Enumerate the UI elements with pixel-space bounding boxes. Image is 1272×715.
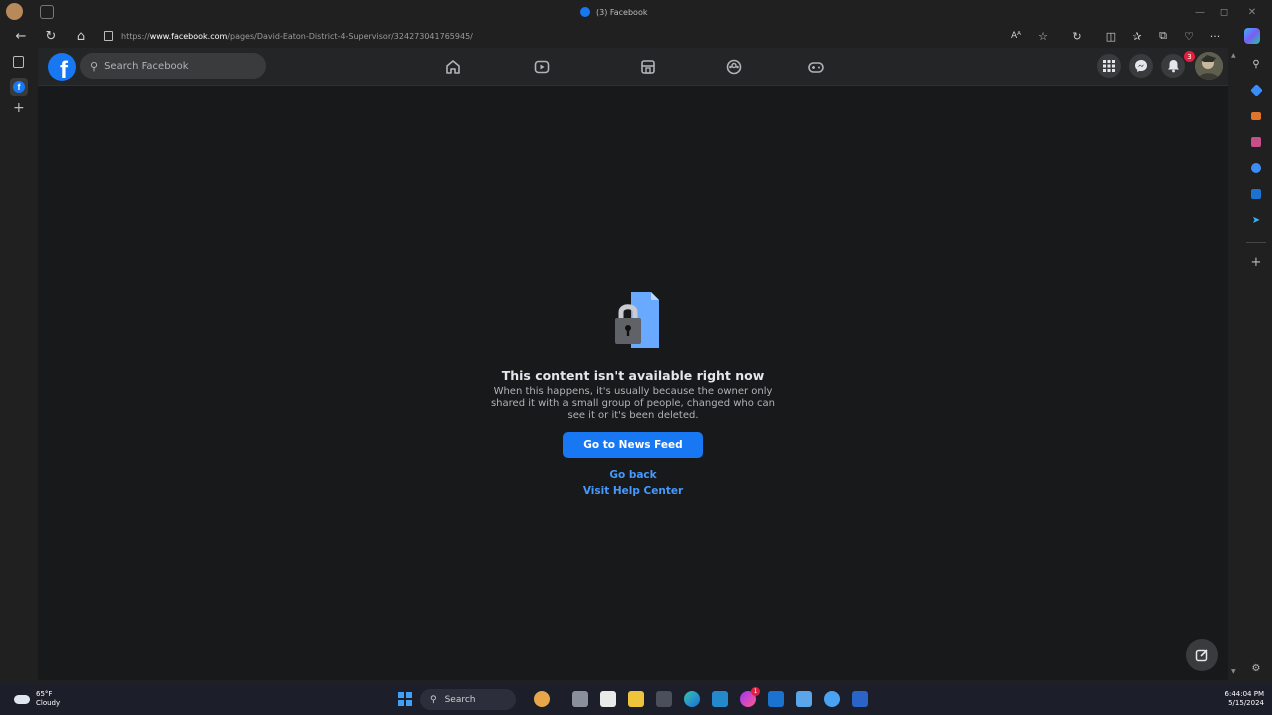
facebook-favicon-icon — [580, 7, 590, 17]
groups-nav-icon[interactable] — [722, 55, 746, 79]
taskbar-search[interactable]: ⚲ Search — [420, 689, 516, 710]
vertical-tabs-bar: f + — [0, 48, 38, 684]
weather-widget[interactable]: 65°F Cloudy — [14, 690, 60, 708]
terminal-icon[interactable] — [656, 691, 672, 707]
facebook-top-nav: f ⚲ 3 — [38, 48, 1228, 86]
back-button[interactable]: ← — [10, 24, 32, 48]
facebook-page: f ⚲ 3 — [38, 48, 1228, 680]
file-explorer-icon[interactable] — [628, 691, 644, 707]
new-message-button[interactable] — [1186, 639, 1218, 671]
notifications-button[interactable] — [1161, 54, 1185, 78]
split-screen-icon[interactable]: ◫ — [1100, 24, 1122, 48]
refresh-extension-icon[interactable]: ↻ — [1066, 24, 1088, 48]
favorites-icon[interactable]: ✰ — [1126, 24, 1148, 48]
refresh-button[interactable]: ↻ — [40, 24, 62, 48]
calendar-app-icon[interactable] — [600, 691, 616, 707]
messenger-button[interactable] — [1129, 54, 1153, 78]
sidebar-shopping-icon[interactable] — [1248, 82, 1264, 98]
lock-icon — [104, 31, 113, 41]
url-host: www.facebook.com — [149, 31, 228, 41]
content-unavailable-panel: This content isn't available right now W… — [38, 288, 1228, 497]
go-to-news-feed-button[interactable]: Go to News Feed — [563, 432, 703, 458]
sidebar-add-icon[interactable]: + — [1248, 254, 1264, 270]
more-options-icon[interactable]: ··· — [1204, 24, 1226, 48]
start-button[interactable] — [398, 692, 412, 706]
facebook-search[interactable]: ⚲ — [80, 53, 266, 79]
unavailable-description: When this happens, it's usually because … — [490, 386, 776, 421]
system-clock[interactable]: 6:44:04 PM 5/15/2024 — [1200, 690, 1264, 708]
go-back-link[interactable]: Go back — [609, 469, 656, 481]
page-scrollbar[interactable]: ▲ ▼ — [1228, 48, 1240, 680]
address-bar-row: ← ↻ ⌂ https://www.facebook.com/pages/Dav… — [0, 24, 1272, 48]
vscode-icon[interactable] — [712, 691, 728, 707]
menu-grid-button[interactable] — [1097, 54, 1121, 78]
url-field[interactable]: https://www.facebook.com/pages/David-Eat… — [104, 27, 1064, 45]
messenger-taskbar-badge: 1 — [751, 687, 760, 696]
unavailable-title: This content isn't available right now — [501, 368, 765, 383]
search-input[interactable] — [102, 59, 257, 73]
scroll-down-icon[interactable]: ▼ — [1231, 668, 1236, 675]
tab-actions-icon[interactable] — [13, 56, 24, 68]
active-tab[interactable]: (3) Facebook — [580, 0, 647, 24]
workspaces-icon[interactable] — [40, 5, 54, 19]
compose-icon — [1195, 649, 1208, 662]
weather-app-icon[interactable] — [824, 691, 840, 707]
minimize-icon[interactable]: — — [1188, 0, 1212, 24]
gaming-nav-icon[interactable] — [804, 55, 828, 79]
scroll-up-icon[interactable]: ▲ — [1231, 52, 1236, 59]
url-prefix: https:// — [121, 31, 150, 41]
weather-temperature: 65°F — [36, 690, 53, 698]
search-icon: ⚲ — [430, 694, 437, 705]
facebook-logo[interactable]: f — [48, 53, 76, 81]
sidebar-games-icon[interactable] — [1248, 134, 1264, 150]
clock-time: 6:44:04 PM — [1224, 690, 1264, 698]
padlock-document-icon — [601, 288, 665, 352]
windows-taskbar: 65°F Cloudy ⚲ Search 1 6:44:04 PM 5/15/2… — [0, 684, 1272, 715]
sidebar-search-icon[interactable]: ⚲ — [1248, 56, 1264, 72]
home-nav-icon[interactable] — [441, 55, 465, 79]
profile-avatar[interactable] — [6, 3, 23, 20]
cloud-icon — [14, 694, 30, 704]
url-path: /pages/David-Eaton-District-4-Supervisor… — [227, 31, 473, 41]
notification-badge: 3 — [1184, 51, 1195, 62]
search-icon: ⚲ — [90, 59, 99, 73]
widgets-app-icon[interactable] — [534, 691, 550, 707]
restore-icon[interactable]: ◻ — [1212, 0, 1236, 24]
browser-title-bar: (3) Facebook — ◻ ✕ — [0, 0, 1272, 24]
sidebar-divider — [1246, 242, 1266, 243]
word-app-icon[interactable] — [852, 691, 868, 707]
browser-essentials-icon[interactable]: ♡ — [1178, 24, 1200, 48]
sidebar-tools-icon[interactable] — [1248, 108, 1264, 124]
visit-help-center-link[interactable]: Visit Help Center — [583, 485, 683, 497]
bell-icon — [1167, 60, 1179, 73]
home-button[interactable]: ⌂ — [70, 24, 92, 48]
marketplace-nav-icon[interactable] — [636, 55, 660, 79]
edge-browser-icon[interactable] — [684, 691, 700, 707]
facebook-favicon-icon: f — [13, 81, 25, 93]
read-aloud-icon[interactable]: Aᴬ — [1005, 24, 1027, 48]
copilot-icon[interactable] — [1244, 28, 1260, 44]
outlook-app-icon[interactable] — [768, 691, 784, 707]
favorite-star-icon[interactable]: ☆ — [1032, 24, 1054, 48]
grid-icon — [1103, 60, 1115, 72]
taskbar-search-label: Search — [444, 694, 476, 705]
account-avatar[interactable] — [1195, 52, 1223, 80]
clock-date: 5/15/2024 — [1228, 699, 1264, 707]
sidebar-copilot-icon[interactable] — [1248, 160, 1264, 176]
tab-title-label: (3) Facebook — [596, 7, 648, 17]
messenger-icon — [1135, 60, 1147, 72]
sidebar-send-icon[interactable]: ➤ — [1248, 212, 1264, 228]
sidebar-outlook-icon[interactable] — [1248, 186, 1264, 202]
weather-condition: Cloudy — [36, 699, 61, 707]
notepad-app-icon[interactable] — [796, 691, 812, 707]
task-view-icon[interactable] — [572, 691, 588, 707]
sidebar-settings-icon[interactable]: ⚙ — [1248, 660, 1264, 676]
close-icon[interactable]: ✕ — [1240, 0, 1264, 24]
collections-icon[interactable]: ⧉ — [1152, 24, 1174, 48]
video-nav-icon[interactable] — [530, 55, 554, 79]
new-tab-button[interactable]: + — [13, 100, 25, 116]
vertical-tab-facebook[interactable]: f — [10, 78, 28, 96]
edge-sidebar: ⚲ ➤ + ⚙ — [1240, 48, 1272, 684]
